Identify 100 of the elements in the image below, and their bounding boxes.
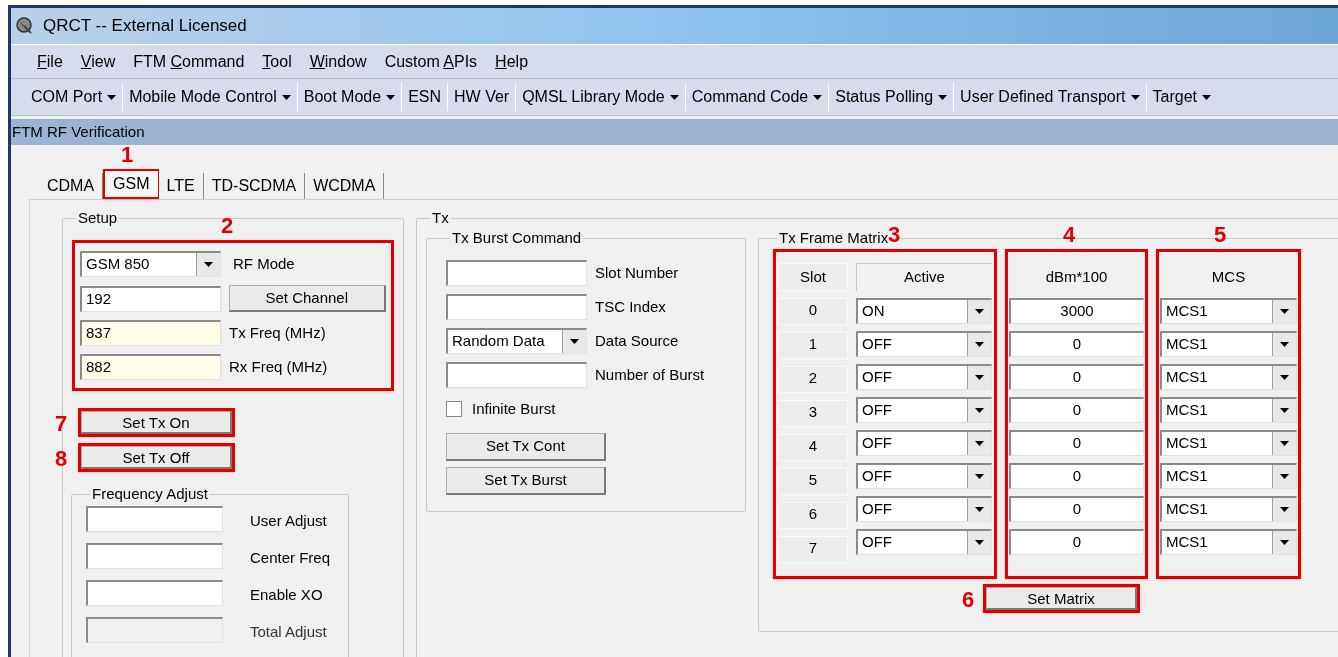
dropdown[interactable]: Random Data <box>446 328 587 354</box>
caret-icon <box>975 309 984 314</box>
text-field[interactable]: 192 <box>80 285 221 312</box>
panel-title: FTM RF Verification <box>12 121 145 142</box>
menu-item[interactable]: Help <box>487 49 537 74</box>
field-label: Slot Number <box>595 262 679 283</box>
menu-item[interactable]: View <box>72 49 124 74</box>
push-button[interactable]: Set Matrix <box>986 587 1137 610</box>
dropdown[interactable]: MCS1 <box>1160 397 1297 423</box>
dropdown[interactable]: MCS1 <box>1160 331 1297 357</box>
checkbox-label: Infinite Burst <box>472 399 556 419</box>
menu-item[interactable]: FTM Command <box>125 49 253 74</box>
caret-icon <box>1280 408 1289 413</box>
field-label: Data Source <box>595 330 679 351</box>
push-button[interactable]: Set Tx On <box>81 411 232 434</box>
dropdown[interactable]: MCS1 <box>1160 430 1297 456</box>
text-field[interactable]: 882 <box>80 354 221 380</box>
caret-icon <box>975 474 984 479</box>
text-field[interactable]: 0 <box>1009 397 1144 423</box>
text-field[interactable]: 0 <box>1009 331 1144 357</box>
push-button[interactable]: Set Tx Cont <box>446 432 606 461</box>
field-label: User Adjust <box>250 510 327 531</box>
dropdown[interactable]: ON <box>856 298 992 324</box>
dropdown[interactable]: GSM 850 <box>80 251 221 277</box>
text-field[interactable] <box>446 260 587 286</box>
row-header: 5 <box>778 468 848 495</box>
text-field[interactable] <box>86 506 223 532</box>
row-header: 7 <box>778 536 848 563</box>
dropdown[interactable]: OFF <box>856 463 992 489</box>
toolbar-button[interactable]: User Defined Transport <box>954 85 1146 109</box>
push-button[interactable]: Set Channel <box>228 285 386 312</box>
field-label: Enable XO <box>250 584 323 605</box>
text-field[interactable]: 0 <box>1009 496 1144 522</box>
text-field[interactable]: 0 <box>1009 529 1144 555</box>
dropdown[interactable]: OFF <box>856 496 992 522</box>
checkbox[interactable] <box>446 401 462 418</box>
field-label: Rx Freq (MHz) <box>229 356 328 377</box>
caret-icon <box>813 94 823 100</box>
tab[interactable]: GSM <box>103 169 159 199</box>
menu-item[interactable]: File <box>29 49 71 74</box>
dropdown[interactable]: OFF <box>856 364 992 390</box>
text-field[interactable] <box>446 362 587 388</box>
menu-item[interactable]: Tool <box>254 49 300 74</box>
toolbar-button[interactable]: QMSL Library Mode <box>516 85 685 109</box>
dropdown[interactable]: MCS1 <box>1160 529 1297 555</box>
text-field[interactable] <box>86 617 223 643</box>
dropdown[interactable]: MCS1 <box>1160 463 1297 489</box>
callout-number: 3 <box>888 224 901 246</box>
text-field[interactable] <box>86 580 223 606</box>
toolbar-button[interactable]: Boot Mode <box>297 85 402 109</box>
text-field[interactable] <box>446 294 587 320</box>
push-button[interactable]: Set Tx Burst <box>446 466 606 495</box>
caret-icon <box>938 94 948 100</box>
dropdown[interactable]: OFF <box>856 430 992 456</box>
toolbar-button[interactable]: HW Ver <box>448 85 516 109</box>
text-field[interactable]: 0 <box>1009 430 1144 456</box>
caret-icon <box>1201 94 1211 100</box>
text-field[interactable]: 0 <box>1009 364 1144 390</box>
toolbar-button[interactable]: Command Code <box>685 85 829 109</box>
callout-number: 1 <box>121 144 134 166</box>
text-field[interactable]: 0 <box>1009 463 1144 489</box>
dropdown[interactable]: OFF <box>856 397 992 423</box>
callout-number: 5 <box>1214 224 1227 246</box>
menu-item[interactable]: Custom APIs <box>376 49 486 74</box>
dropdown[interactable]: MCS1 <box>1160 298 1297 324</box>
column-header: Slot <box>778 263 848 291</box>
toolbar-button[interactable]: Target <box>1146 85 1217 109</box>
group-title: Tx <box>431 210 450 226</box>
group-title: Setup <box>77 210 119 226</box>
toolbar-button[interactable]: Mobile Mode Control <box>123 85 297 109</box>
caret-icon <box>386 94 396 100</box>
dropdown[interactable]: MCS1 <box>1160 496 1297 522</box>
field-label: Total Adjust <box>250 621 327 642</box>
text-field[interactable] <box>86 543 223 569</box>
push-button[interactable]: Set Tx Off <box>81 446 232 469</box>
caret-icon <box>570 339 579 344</box>
dropdown[interactable]: OFF <box>856 529 992 555</box>
toolbar-button[interactable]: Status Polling <box>829 85 954 109</box>
caret-icon <box>669 94 679 100</box>
callout-number: 4 <box>1063 224 1076 246</box>
dropdown[interactable]: MCS1 <box>1160 364 1297 390</box>
field-label: Center Freq <box>250 547 331 568</box>
menu-item[interactable]: Window <box>301 49 375 74</box>
callout-number: 8 <box>55 448 68 470</box>
toolbar-button[interactable]: ESN <box>402 85 448 109</box>
field-label: RF Mode <box>233 253 295 274</box>
caret-icon <box>1280 342 1289 347</box>
group-title: Frequency Adjust <box>91 486 209 502</box>
row-header: 2 <box>778 366 848 393</box>
text-field[interactable]: 837 <box>80 320 221 346</box>
caret-icon <box>1280 375 1289 380</box>
caret-icon <box>975 507 984 512</box>
field-label: TSC Index <box>595 296 666 317</box>
row-header: 4 <box>778 434 848 461</box>
caret-icon <box>975 441 984 446</box>
row-header: 1 <box>778 332 848 359</box>
caret-icon <box>1280 474 1289 479</box>
text-field[interactable]: 3000 <box>1009 298 1144 324</box>
toolbar-button[interactable]: COM Port <box>25 85 123 109</box>
dropdown[interactable]: OFF <box>856 331 992 357</box>
